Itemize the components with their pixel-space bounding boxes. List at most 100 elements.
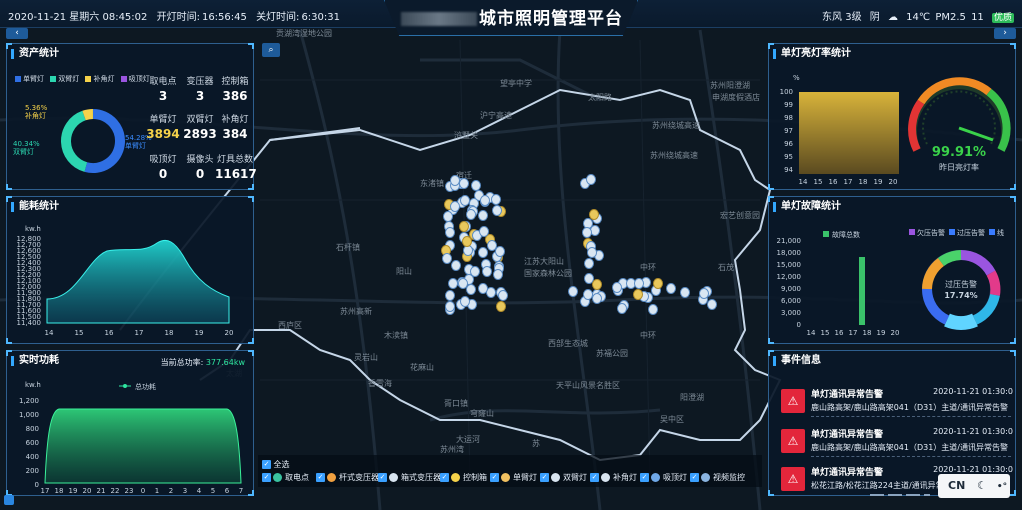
y-tick: 3,000 xyxy=(781,309,801,317)
light-marker[interactable] xyxy=(492,268,503,280)
x-tick: 17 xyxy=(849,329,858,337)
off-time-label: 关灯时间: xyxy=(256,12,300,23)
filter-item[interactable]: ✓ 单臂灯 xyxy=(490,472,537,483)
x-tick: 2 xyxy=(169,487,173,495)
light-marker[interactable] xyxy=(458,177,469,189)
alarm-icon: ⚠ xyxy=(781,389,805,413)
x-tick: 19 xyxy=(874,178,883,186)
donut-slice xyxy=(82,109,94,121)
light-marker[interactable] xyxy=(462,235,473,247)
light-marker[interactable] xyxy=(459,194,470,206)
event-item[interactable]: ⚠ 单灯通讯异常告警 2020-11-21 01:30:0 鹿山路高架/鹿山路高… xyxy=(775,385,1013,425)
y-tick: 11,400 xyxy=(17,319,42,327)
light-marker[interactable] xyxy=(652,277,663,289)
temperature: 14℃ xyxy=(906,12,931,23)
light-marker[interactable] xyxy=(444,301,455,313)
light-marker[interactable] xyxy=(591,279,602,291)
next-arrow-button[interactable]: › xyxy=(994,28,1016,39)
map-label: 中环 xyxy=(640,331,656,340)
light-marker[interactable] xyxy=(444,289,455,301)
event-time: 2020-11-21 01:30:0 xyxy=(933,387,1013,396)
moon-icon: ☾ xyxy=(977,479,987,492)
stat-value: 2893 xyxy=(183,127,217,141)
map-search-button[interactable]: ⌕ xyxy=(262,43,280,57)
filter-item[interactable]: ✓ 杆式变压器 xyxy=(316,472,379,483)
filter-item[interactable]: ✓ 视频监控 xyxy=(690,472,745,483)
prev-arrow-button[interactable]: ‹ xyxy=(6,28,28,39)
light-marker[interactable] xyxy=(706,299,717,311)
light-marker[interactable] xyxy=(616,302,627,314)
map-label: 阳山 xyxy=(396,267,412,276)
light-marker[interactable] xyxy=(457,277,468,289)
light-marker[interactable] xyxy=(583,257,594,269)
y-tick: 0 xyxy=(35,481,39,489)
redacted-text xyxy=(401,12,477,26)
filter-item[interactable]: ✓ 箱式变压器 xyxy=(378,472,441,483)
y-tick: 200 xyxy=(26,467,39,475)
map-label: 宏艺创意园 xyxy=(720,211,760,220)
stat-label: 摄像头 xyxy=(186,155,214,165)
event-item[interactable]: ⚠ 单灯通讯异常告警 2020-11-21 01:30:0 鹿山路高架/鹿山路高… xyxy=(775,425,1013,465)
light-marker[interactable] xyxy=(478,282,489,294)
light-marker[interactable] xyxy=(567,285,578,297)
weather: 东风 3级 阴 ☁ 14℃ PM2.5 11 优质 xyxy=(817,8,1014,23)
x-tick: 7 xyxy=(239,487,243,495)
filter-item[interactable]: ✓ 吸顶灯 xyxy=(640,472,687,483)
x-tick: 18 xyxy=(863,329,872,337)
app-icon[interactable] xyxy=(4,495,14,505)
map-label: 国家森林公园 xyxy=(524,269,572,278)
x-tick: 20 xyxy=(83,487,92,495)
light-marker[interactable] xyxy=(479,225,490,237)
x-tick: 1 xyxy=(155,487,159,495)
map-label: 苏州高新 xyxy=(340,307,372,316)
event-title: 单灯通讯异常告警 xyxy=(811,390,884,400)
map-label: 苏福公园 xyxy=(596,349,628,358)
light-marker[interactable] xyxy=(492,204,503,216)
filter-item[interactable]: ✓ 补角灯 xyxy=(590,472,637,483)
light-marker[interactable] xyxy=(633,277,644,289)
map-label: 东渚镇 xyxy=(420,179,444,188)
svg-text:40.34%: 40.34% xyxy=(13,140,40,148)
map-label: 木渎镇 xyxy=(384,331,408,340)
y-tick: 96 xyxy=(784,140,793,148)
map-label: 西庐区 xyxy=(278,321,302,330)
x-tick: 14 xyxy=(799,178,808,186)
light-marker[interactable] xyxy=(633,288,644,300)
on-rate-bars xyxy=(799,92,899,174)
light-marker[interactable] xyxy=(462,245,473,257)
event-time: 2020-11-21 01:30:0 xyxy=(933,427,1013,436)
x-tick: 16 xyxy=(829,178,838,186)
map-label: 苏州绕城高速 xyxy=(650,151,698,160)
filter-item[interactable]: ✓ 控制箱 xyxy=(440,472,487,483)
map-label: 江苏大阳山 xyxy=(524,257,564,266)
filter-item[interactable]: ✓ 取电点 xyxy=(262,472,309,483)
gauge-label: 昨日亮灯率 xyxy=(939,162,979,172)
header-status: 2020-11-21 星期六 08:45:02 开灯时间: 16:56:45 关灯… xyxy=(8,8,346,23)
light-marker[interactable] xyxy=(581,226,592,238)
x-tick: 20 xyxy=(889,178,898,186)
light-marker[interactable] xyxy=(441,253,452,265)
filter-item[interactable]: ✓ 双臂灯 xyxy=(540,472,587,483)
select-all-checkbox[interactable]: ✓ 全选 xyxy=(262,459,290,470)
pagination-dots[interactable] xyxy=(870,494,930,496)
donut-slice xyxy=(61,110,88,172)
light-marker[interactable] xyxy=(490,193,501,205)
y-tick: 18,000 xyxy=(777,249,802,257)
light-marker[interactable] xyxy=(479,195,490,207)
on-rate-gauge: 99.91% 昨日亮灯率 xyxy=(908,77,1011,172)
input-method-bar[interactable]: CN ☾ •° xyxy=(938,474,1010,498)
stat-value: 384 xyxy=(222,127,248,141)
light-marker[interactable] xyxy=(592,292,603,304)
y-tick: 9,000 xyxy=(781,285,801,293)
light-marker[interactable] xyxy=(447,278,458,290)
light-marker[interactable] xyxy=(588,209,599,221)
stat-label: 变压器 xyxy=(186,77,214,87)
stat-value: 0 xyxy=(195,167,205,181)
y-tick: 600 xyxy=(26,439,39,447)
panel-title: 能耗统计 xyxy=(7,197,253,217)
options-icon: •° xyxy=(996,482,1008,492)
light-marker[interactable] xyxy=(470,179,481,191)
fault-panel: 单灯故障统计 故障总数 21,000 18,000 15,000 12,000 9,00… xyxy=(768,196,1016,344)
pm-value: 11 xyxy=(971,12,984,23)
x-tick: 15 xyxy=(821,329,830,337)
